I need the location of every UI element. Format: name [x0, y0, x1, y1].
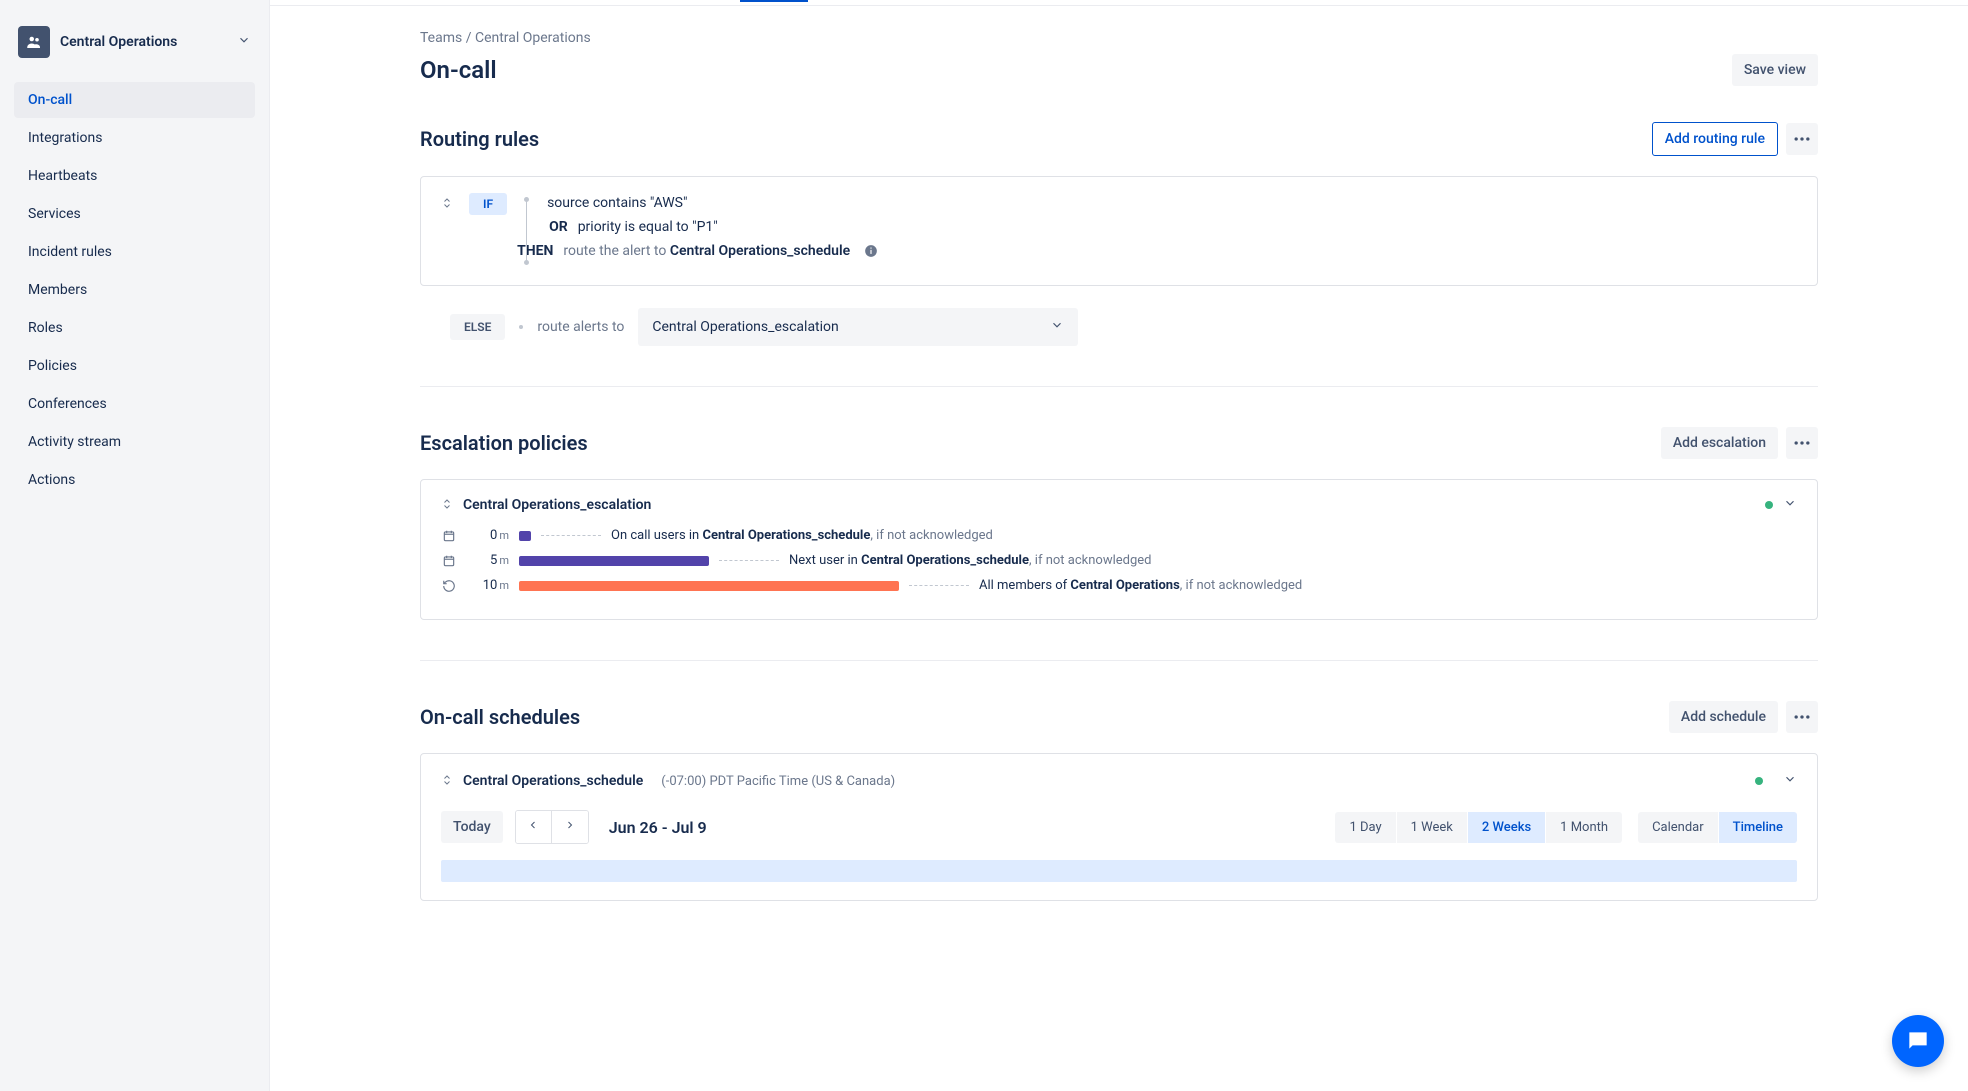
sidebar-item-roles[interactable]: Roles — [14, 310, 255, 346]
escalation-policy-name: Central Operations_escalation — [463, 497, 1755, 513]
span-1-month[interactable]: 1 Month — [1546, 812, 1622, 843]
dotted-connector — [719, 560, 779, 561]
rule-or-label: OR — [549, 219, 568, 235]
team-selector[interactable]: Central Operations — [14, 20, 255, 64]
escalation-bar — [519, 531, 531, 541]
sidebar-item-policies[interactable]: Policies — [14, 348, 255, 384]
main: Teams / Central Operations On-call Save … — [270, 0, 1968, 1091]
add-routing-rule-button[interactable]: Add routing rule — [1652, 122, 1778, 156]
view-segmented: CalendarTimeline — [1638, 812, 1797, 843]
save-view-button[interactable]: Save view — [1732, 54, 1818, 86]
calendar-icon — [441, 554, 457, 568]
status-dot — [1755, 777, 1763, 785]
span-1-week[interactable]: 1 Week — [1397, 812, 1468, 843]
chevron-down-icon[interactable] — [1783, 496, 1797, 514]
if-chip: IF — [469, 193, 507, 215]
add-escalation-button[interactable]: Add escalation — [1661, 427, 1778, 459]
span-1-day[interactable]: 1 Day — [1335, 812, 1396, 843]
date-nav — [515, 810, 589, 844]
next-button[interactable] — [552, 811, 588, 843]
chevron-down-icon[interactable] — [1783, 772, 1797, 790]
else-row: ELSE route alerts to Central Operations_… — [420, 308, 1818, 346]
schedule-name: Central Operations_schedule — [463, 773, 643, 789]
schedule-card: Central Operations_schedule (-07:00) PDT… — [420, 753, 1818, 901]
sidebar: Central Operations On-callIntegrationsHe… — [0, 0, 270, 1091]
dotted-connector — [909, 585, 969, 586]
else-target-select[interactable]: Central Operations_escalation — [638, 308, 1078, 346]
separator-dot — [519, 325, 523, 329]
date-range: Jun 26 - Jul 9 — [609, 818, 707, 837]
chevron-down-icon — [1050, 318, 1064, 336]
else-text: route alerts to — [537, 319, 624, 335]
view-calendar[interactable]: Calendar — [1638, 812, 1719, 843]
escalation-card[interactable]: Central Operations_escalation 0m On call … — [420, 479, 1818, 620]
rule-then-text: route the alert to Central Operations_sc… — [563, 243, 850, 259]
timeline-strip[interactable] — [441, 860, 1797, 882]
escalation-bar — [519, 581, 899, 591]
routing-more-button[interactable] — [1786, 123, 1818, 155]
else-target-value: Central Operations_escalation — [652, 319, 838, 335]
escalation-description: All members of Central Operations, if no… — [979, 578, 1302, 593]
chevron-down-icon — [237, 33, 251, 51]
sidebar-nav: On-callIntegrationsHeartbeatsServicesInc… — [14, 82, 255, 498]
sidebar-item-services[interactable]: Services — [14, 196, 255, 232]
prev-button[interactable] — [516, 811, 552, 843]
today-button[interactable]: Today — [441, 811, 503, 843]
sidebar-item-actions[interactable]: Actions — [14, 462, 255, 498]
repeat-icon — [441, 579, 457, 593]
schedule-timezone: (-07:00) PDT Pacific Time (US & Canada) — [661, 774, 895, 789]
breadcrumb-current[interactable]: Central Operations — [475, 30, 591, 46]
breadcrumb: Teams / Central Operations — [420, 30, 1818, 46]
page-title: On-call — [420, 56, 497, 84]
sidebar-item-incident-rules[interactable]: Incident rules — [14, 234, 255, 270]
drag-handle-icon[interactable] — [441, 195, 453, 267]
escalation-time: 5m — [467, 553, 509, 568]
team-name: Central Operations — [60, 33, 237, 51]
status-dot — [1765, 501, 1773, 509]
escalation-step: 0m On call users in Central Operations_sc… — [441, 528, 1797, 543]
span-2-weeks[interactable]: 2 Weeks — [1468, 812, 1546, 843]
top-tab-indicator — [270, 0, 1968, 6]
add-schedule-button[interactable]: Add schedule — [1669, 701, 1778, 733]
escalation-description: Next user in Central Operations_schedule… — [789, 553, 1152, 568]
rule-condition-1: source contains "AWS" — [547, 195, 687, 211]
drag-handle-icon[interactable] — [441, 772, 453, 790]
calendar-icon — [441, 529, 457, 543]
escalation-time: 0m — [467, 528, 509, 543]
view-timeline[interactable]: Timeline — [1719, 812, 1797, 843]
escalation-step: 5m Next user in Central Operations_schedu… — [441, 553, 1797, 568]
sidebar-item-activity-stream[interactable]: Activity stream — [14, 424, 255, 460]
sidebar-item-conferences[interactable]: Conferences — [14, 386, 255, 422]
sidebar-item-heartbeats[interactable]: Heartbeats — [14, 158, 255, 194]
sidebar-item-members[interactable]: Members — [14, 272, 255, 308]
else-chip: ELSE — [450, 314, 505, 340]
chat-fab[interactable] — [1892, 1015, 1944, 1067]
rule-connector — [523, 195, 531, 267]
escalation-time: 10m — [467, 578, 509, 593]
sidebar-item-integrations[interactable]: Integrations — [14, 120, 255, 156]
rule-condition-2: priority is equal to "P1" — [578, 219, 718, 235]
sidebar-item-on-call[interactable]: On-call — [14, 82, 255, 118]
escalation-description: On call users in Central Operations_sche… — [611, 528, 993, 543]
routing-rules-heading: Routing rules — [420, 127, 539, 151]
breadcrumb-root[interactable]: Teams — [420, 30, 462, 46]
team-icon — [18, 26, 50, 58]
info-icon[interactable] — [864, 244, 878, 258]
escalation-heading: Escalation policies — [420, 431, 588, 455]
schedules-heading: On-call schedules — [420, 705, 580, 729]
escalation-more-button[interactable] — [1786, 427, 1818, 459]
escalation-bar — [519, 556, 709, 566]
span-segmented: 1 Day1 Week2 Weeks1 Month — [1335, 812, 1622, 843]
routing-rule-card[interactable]: IF source contains "AWS" OR priority is … — [420, 176, 1818, 286]
schedules-more-button[interactable] — [1786, 701, 1818, 733]
escalation-step: 10m All members of Central Operations, if… — [441, 578, 1797, 593]
drag-handle-icon[interactable] — [441, 496, 453, 514]
dotted-connector — [541, 535, 601, 536]
